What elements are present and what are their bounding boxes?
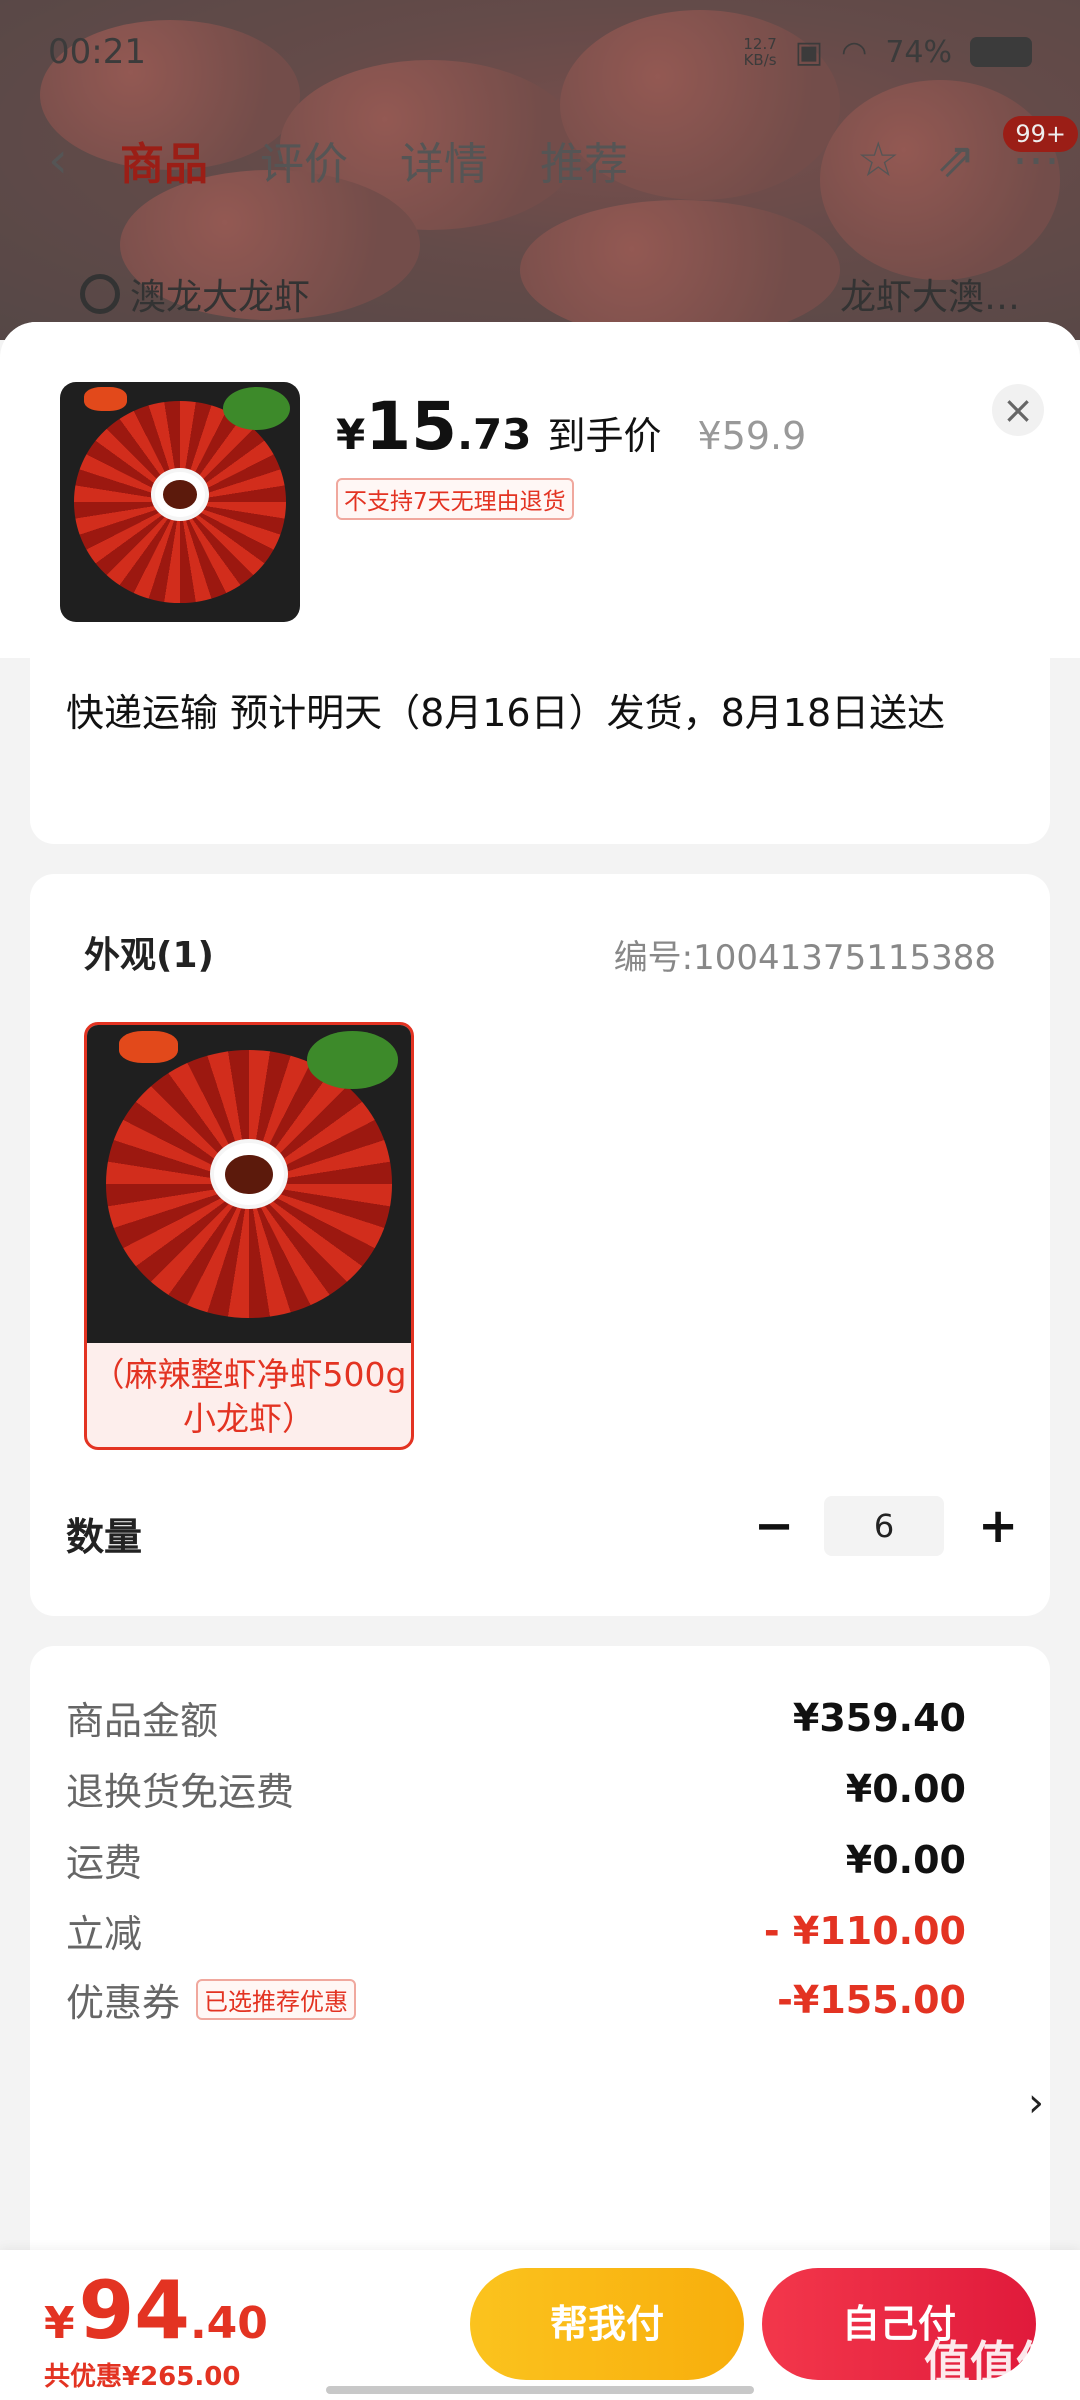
delivery-text: 快递运输 预计明天（8月16日）发货，8月18日送达 [66, 691, 946, 735]
net-speed-unit: KB/s [743, 51, 777, 69]
chevron-right-icon[interactable]: › [1028, 2080, 1044, 2126]
summary-value: ¥359.40 [792, 1695, 966, 1740]
summary-label: 商品金额 [66, 1699, 219, 1743]
purchase-sheet: ¥ 15 .73 到手价 ¥59.9 不支持7天无理由退货 × 快递运输 预计明… [0, 322, 1080, 2400]
product-thumbnail[interactable] [60, 382, 300, 622]
total-integer: 94 [78, 2264, 190, 2357]
herb-garnish [223, 386, 291, 430]
wifi-icon: ◠ [841, 34, 868, 70]
help-me-pay-button[interactable]: 帮我付 [470, 2268, 744, 2380]
no-sim-icon: ▣ [794, 34, 824, 70]
crayfish-image [60, 382, 300, 622]
star-icon[interactable]: ☆ [857, 132, 900, 188]
spec-option-selected[interactable]: （麻辣整虾净虾500g小龙虾） [84, 1022, 414, 1450]
product-nav: ‹ 商品 评价 详情 推荐 ☆ ⇗ ⋯ [48, 120, 1060, 200]
watermark-sub: zhizhizhi.com [938, 2385, 1048, 2400]
coupon-label-group: 优惠券 已选推荐优惠 [66, 1972, 357, 2027]
share-icon[interactable]: ⇗ [936, 132, 976, 188]
summary-label: 运费 [66, 1841, 143, 1885]
summary-row-return-shipping: 退换货免运费 ¥0.00 [66, 1761, 966, 1816]
tab-recommend[interactable]: 推荐 [540, 128, 628, 192]
tab-reviews[interactable]: 评价 [260, 128, 348, 192]
summary-label: 退换货免运费 [66, 1770, 295, 1814]
quantity-stepper: − 6 + [754, 1496, 1018, 1556]
total-price: ¥ 94 .40 [44, 2264, 268, 2357]
coupon-tag: 已选推荐优惠 [196, 1979, 357, 2020]
quantity-input[interactable]: 6 [824, 1496, 944, 1556]
pepper-garnish [84, 386, 128, 411]
home-indicator[interactable] [326, 2386, 754, 2394]
original-price: ¥59.9 [697, 414, 807, 458]
summary-label: 立减 [66, 1912, 143, 1956]
price-row: ¥ 15 .73 到手价 ¥59.9 [336, 388, 806, 465]
summary-value: - ¥110.00 [763, 1908, 966, 1953]
price-integer: 15 [365, 388, 458, 465]
checkout-bar: ¥ 94 .40 共优惠¥265.00 帮我付 自己付 [0, 2250, 1080, 2400]
plus-icon[interactable]: + [978, 1498, 1018, 1554]
price-symbol: ¥ [336, 410, 366, 459]
summary-value: ¥0.00 [845, 1766, 966, 1811]
search-text: 澳龙大龙虾 [130, 277, 311, 318]
battery-icon [970, 37, 1032, 67]
search-icon [80, 274, 120, 314]
option-label: （麻辣整虾净虾500g小龙虾） [91, 1355, 407, 1438]
total-decimal: .40 [189, 2298, 268, 2349]
status-right: 12.7 KB/s ▣ ◠ 74% [743, 35, 1032, 70]
status-time: 00:21 [48, 32, 146, 72]
status-bar: 00:21 12.7 KB/s ▣ ◠ 74% [48, 28, 1032, 76]
total-symbol: ¥ [44, 2298, 75, 2349]
net-speed: 12.7 KB/s [743, 36, 776, 68]
summary-value: ¥0.00 [845, 1837, 966, 1882]
sauce-bowl [210, 1139, 288, 1210]
summary-row-goods-amount: 商品金额 ¥359.40 [66, 1690, 966, 1745]
delivery-card: 快递运输 预计明天（8月16日）发货，8月18日送达 [30, 658, 1050, 844]
watermark-main: 值值值 [924, 2336, 1062, 2390]
total-saved: 共优惠¥265.00 [44, 2362, 241, 2392]
return-policy-tag: 不支持7天无理由退货 [336, 478, 574, 520]
summary-row-shipping: 运费 ¥0.00 [66, 1832, 966, 1887]
background-page: 00:21 12.7 KB/s ▣ ◠ 74% ‹ 商品 评价 详情 推荐 ☆ … [0, 0, 1080, 340]
tab-goods[interactable]: 商品 [120, 128, 208, 192]
summary-label: 优惠券 [66, 1981, 181, 2025]
message-badge: 99+ [1003, 116, 1078, 152]
price-label: 到手价 [547, 414, 662, 458]
pepper-garnish [119, 1031, 178, 1064]
close-icon[interactable]: × [992, 384, 1044, 436]
tab-details[interactable]: 详情 [400, 128, 488, 192]
price-decimal: .73 [457, 410, 532, 459]
option-image [87, 1025, 411, 1343]
minus-icon[interactable]: − [754, 1498, 794, 1554]
crayfish-image [87, 1025, 411, 1343]
spec-card: 外观(1) 编号:10041375115388 （麻辣整虾净虾500g小龙虾） … [30, 874, 1050, 1616]
spec-title: 外观(1) [84, 935, 214, 976]
summary-row-coupon[interactable]: 优惠券 已选推荐优惠 -¥155.00 [66, 1972, 966, 2027]
sauce-bowl [151, 468, 209, 522]
watermark-logo: 值值值 zhizhizhi.com [924, 2340, 1062, 2400]
search-bar[interactable]: 澳龙大龙虾 龙虾大澳… [80, 268, 1020, 320]
quantity-label: 数量 [66, 1515, 143, 1559]
sheet-header: ¥ 15 .73 到手价 ¥59.9 不支持7天无理由退货 × [0, 322, 1080, 658]
search-right-text: 龙虾大澳… [839, 277, 1020, 318]
summary-value: -¥155.00 [777, 1977, 966, 2022]
sku-number: 编号:10041375115388 [613, 938, 996, 978]
summary-row-instant-discount: 立减 - ¥110.00 [66, 1903, 966, 1958]
battery-percent: 74% [885, 34, 952, 70]
back-icon[interactable]: ‹ [48, 131, 68, 189]
herb-garnish [307, 1031, 399, 1089]
